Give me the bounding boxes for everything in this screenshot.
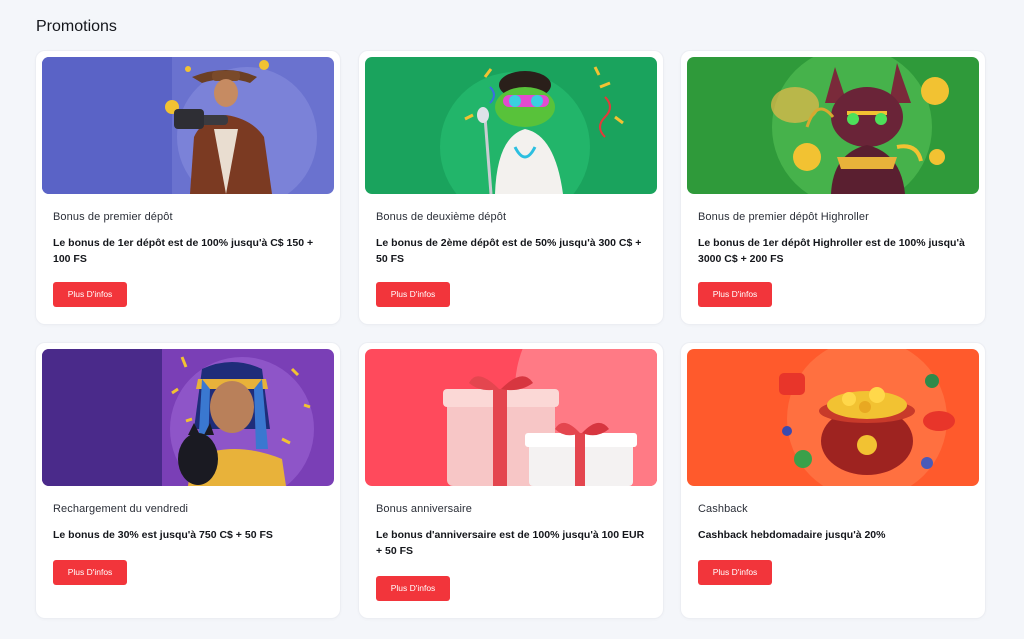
promo-title: Cashback <box>698 503 748 515</box>
promo-description: Cashback hebdomadaire jusqu'à 20% <box>698 529 886 541</box>
promo-banner-image <box>365 349 657 486</box>
promo-title: Bonus anniversaire <box>376 503 472 515</box>
more-info-button[interactable]: Plus D'infos <box>53 282 127 307</box>
more-info-button[interactable]: Plus D'infos <box>376 576 450 601</box>
promo-banner-image <box>365 57 657 194</box>
promo-card-cashback: Cashback Cashback hebdomadaire jusqu'à 2… <box>681 343 985 618</box>
promo-description: Le bonus de 30% est jusqu'à 750 C$ + 50 … <box>53 529 273 541</box>
promo-card-second-deposit: Bonus de deuxième dépôt Le bonus de 2ème… <box>359 51 663 324</box>
promo-card-highroller: Bonus de premier dépôt Highroller Le bon… <box>681 51 985 324</box>
promo-banner-image <box>687 349 979 486</box>
promo-description: Le bonus de 2ème dépôt est de 50% jusqu'… <box>376 237 642 265</box>
promo-card-birthday: Bonus anniversaire Le bonus d'anniversai… <box>359 343 663 618</box>
cleopatra-illustration <box>42 349 334 486</box>
frog-illustration <box>365 57 657 194</box>
gold-pot-illustration <box>687 349 979 486</box>
promotions-page: Promotions Bonus de premier dépôt Le bon… <box>0 0 1024 639</box>
gift-boxes-illustration <box>365 349 657 486</box>
promo-title: Bonus de premier dépôt <box>53 211 173 223</box>
cat-illustration <box>687 57 979 194</box>
promo-banner-image <box>687 57 979 194</box>
promo-card-first-deposit: Bonus de premier dépôt Le bonus de 1er d… <box>36 51 340 324</box>
more-info-button[interactable]: Plus D'infos <box>698 560 772 585</box>
promo-description: Le bonus de 1er dépôt Highroller est de … <box>698 237 965 265</box>
promo-description: Le bonus de 1er dépôt est de 100% jusqu'… <box>53 237 314 265</box>
promo-title: Rechargement du vendredi <box>53 503 189 515</box>
promo-title: Bonus de deuxième dépôt <box>376 211 507 223</box>
promo-banner-image <box>42 57 334 194</box>
more-info-button[interactable]: Plus D'infos <box>698 282 772 307</box>
promo-card-friday-reload: Rechargement du vendredi Le bonus de 30%… <box>36 343 340 618</box>
cowboy-illustration <box>42 57 334 194</box>
promo-banner-image <box>42 349 334 486</box>
page-title: Promotions <box>36 18 117 35</box>
promo-description: Le bonus d'anniversaire est de 100% jusq… <box>376 529 645 557</box>
promo-title: Bonus de premier dépôt Highroller <box>698 211 869 223</box>
more-info-button[interactable]: Plus D'infos <box>376 282 450 307</box>
more-info-button[interactable]: Plus D'infos <box>53 560 127 585</box>
